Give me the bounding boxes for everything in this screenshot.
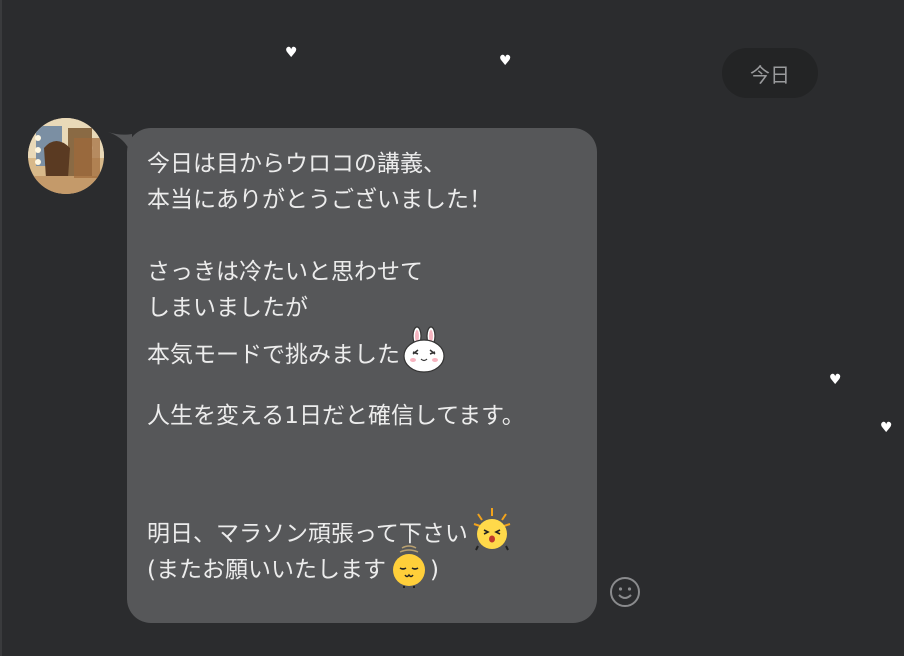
- message-line: 本当にありがとうございました！: [147, 187, 492, 213]
- message-line: しまいましたが: [147, 295, 308, 321]
- message-line: 人生を変える1日だと確信してます。: [147, 403, 525, 429]
- rabbit-face-icon: [402, 326, 446, 385]
- avatar[interactable]: [28, 118, 104, 194]
- heart-decoration-icon: ♥: [829, 372, 842, 388]
- sleepy-chick-icon: [388, 542, 430, 599]
- message-text: (またお願いいたします: [147, 557, 386, 583]
- excited-chick-icon: [470, 506, 514, 563]
- message-line-with-emoji: 本気モードで挑みました: [147, 326, 577, 373]
- heart-decoration-icon: ♥: [880, 420, 893, 436]
- smiley-react-icon[interactable]: [609, 576, 641, 608]
- message-line-with-emoji: 明日、マラソン頑張って下さい: [147, 506, 577, 551]
- date-separator: 今日: [722, 48, 818, 98]
- message-text: 本気モードで挑みました: [147, 342, 400, 368]
- heart-decoration-icon: ♥: [285, 45, 298, 61]
- user-avatar-photo: [28, 118, 104, 194]
- date-label: 今日: [750, 62, 790, 87]
- message-line: 今日は目からウロコの講義、: [147, 151, 446, 177]
- message-line: さっきは冷たいと思わせて: [147, 259, 423, 285]
- chat-window: ♥ ♥ ♥ ♥ ♥ 今日 今日は目からウロコの講義、 本当にありがとうございまし…: [0, 0, 904, 656]
- message-text: ): [429, 557, 439, 583]
- message-bubble[interactable]: 今日は目からウロコの講義、 本当にありがとうございました！ さっきは冷たいと思わ…: [127, 128, 597, 623]
- heart-decoration-icon: ♥: [499, 53, 512, 69]
